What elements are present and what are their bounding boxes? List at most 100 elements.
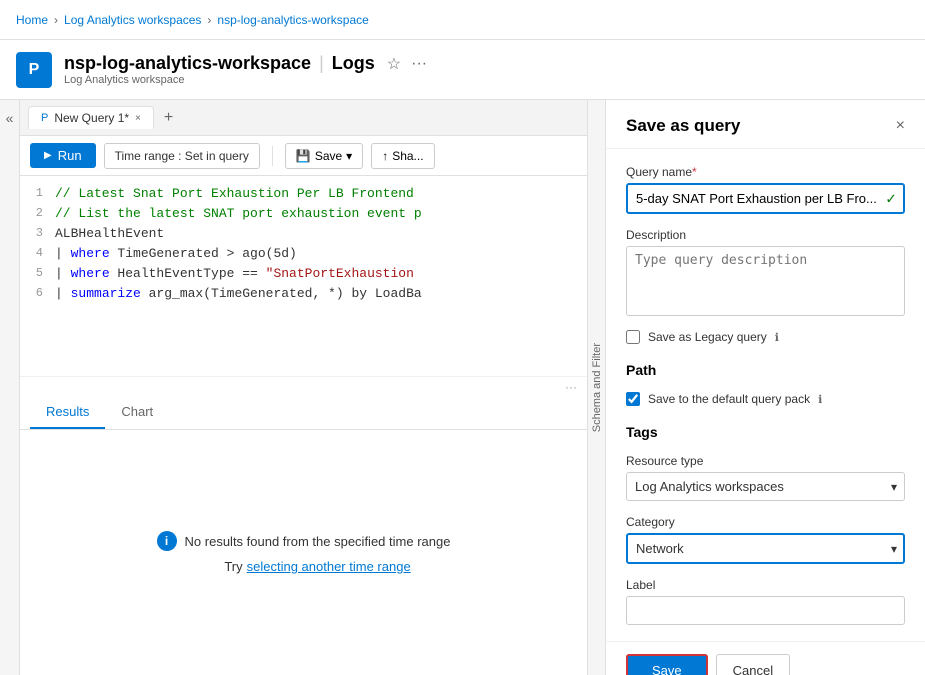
run-label: Run (58, 148, 82, 163)
breadcrumb-workspace[interactable]: nsp-log-analytics-workspace (217, 13, 368, 27)
cancel-button[interactable]: Cancel (716, 654, 790, 675)
tab-add-btn[interactable]: + (158, 109, 179, 127)
legacy-checkbox[interactable] (626, 330, 640, 344)
line-number: 3 (20, 226, 55, 240)
share-label: Sha... (392, 149, 423, 163)
save-button[interactable]: Save (626, 654, 708, 675)
breadcrumb-log-analytics[interactable]: Log Analytics workspaces (64, 13, 201, 27)
time-range-button[interactable]: Time range : Set in query (104, 143, 260, 169)
toolbar: ▶ Run Time range : Set in query 💾 Save ▾… (20, 136, 587, 176)
save-default-label: Save to the default query pack (648, 392, 810, 406)
legacy-info-icon[interactable]: ℹ (775, 331, 779, 344)
save-icon: 💾 (296, 149, 311, 163)
resource-type-label: Resource type (626, 454, 905, 468)
panel-title: Save as query (626, 116, 740, 136)
line-number: 2 (20, 206, 55, 220)
schema-label: Schema and Filter (591, 343, 603, 432)
code-editor[interactable]: 1// Latest Snat Port Exhaustion Per LB F… (20, 176, 587, 376)
workspace-subtitle: Log Analytics workspace (64, 74, 427, 86)
resource-type-group: Resource type Log Analytics workspaces ▾ (626, 454, 905, 501)
required-star: * (692, 165, 697, 179)
save-default-checkbox[interactable] (626, 392, 640, 406)
description-label: Description (626, 228, 905, 242)
star-icon[interactable]: ☆ (387, 54, 401, 74)
save-chevron: ▾ (346, 149, 352, 163)
breadcrumb-sep-1: › (54, 13, 58, 27)
try-text: Try (224, 559, 242, 574)
info-icon: i (157, 531, 177, 551)
line-content: // Latest Snat Port Exhaustion Per LB Fr… (55, 186, 587, 201)
category-select[interactable]: Network (626, 533, 905, 564)
left-collapse-btn[interactable]: « (6, 110, 14, 126)
line-number: 6 (20, 286, 55, 300)
results-area: i No results found from the specified ti… (20, 430, 587, 675)
tab-label: New Query 1* (54, 111, 129, 125)
line-content: // List the latest SNAT port exhaustion … (55, 206, 587, 221)
category-dropdown: Network ▾ (626, 533, 905, 564)
schema-sidebar: Schema and Filter (587, 100, 605, 675)
breadcrumb-sep-2: › (207, 13, 211, 27)
breadcrumb-home[interactable]: Home (16, 13, 48, 27)
toolbar-separator (272, 146, 273, 166)
time-range-link[interactable]: selecting another time range (247, 559, 411, 574)
query-name-group: Query name* ✓ (626, 165, 905, 214)
save-default-info-icon[interactable]: ℹ (818, 393, 822, 406)
tags-title: Tags (626, 424, 905, 440)
checkmark-icon: ✓ (885, 190, 897, 207)
tags-section: Tags (626, 420, 905, 440)
workspace-name: nsp-log-analytics-workspace (64, 53, 311, 74)
line-number: 1 (20, 186, 55, 200)
description-group: Description (626, 228, 905, 316)
workspace-pipe: | (319, 53, 324, 74)
tab-bar: P New Query 1* × + (20, 100, 587, 136)
save-default-row: Save to the default query pack ℹ (626, 392, 905, 406)
code-line: 2// List the latest SNAT port exhaustion… (20, 206, 587, 226)
query-name-input[interactable] (626, 183, 905, 214)
results-tab[interactable]: Results (30, 396, 105, 429)
code-line: 1// Latest Snat Port Exhaustion Per LB F… (20, 186, 587, 206)
tab-close-btn[interactable]: × (135, 113, 141, 124)
category-group: Category Network ▾ (626, 515, 905, 564)
panel-close-button[interactable]: × (896, 117, 905, 135)
save-toolbar-button[interactable]: 💾 Save ▾ (285, 143, 363, 169)
code-line: 6| summarize arg_max(TimeGenerated, *) b… (20, 286, 587, 306)
query-name-input-wrapper: ✓ (626, 183, 905, 214)
line-number: 5 (20, 266, 55, 280)
code-line: 3ALBHealthEvent (20, 226, 587, 246)
workspace-logs: Logs (332, 53, 375, 74)
query-name-label: Query name* (626, 165, 905, 179)
code-line: 5| where HealthEventType == "SnatPortExh… (20, 266, 587, 286)
category-label: Category (626, 515, 905, 529)
panel-header: Save as query × (606, 100, 925, 149)
result-tabs: Results Chart (20, 396, 587, 430)
line-number: 4 (20, 246, 55, 260)
share-button[interactable]: ↑ Sha... (371, 143, 434, 169)
resource-type-dropdown: Log Analytics workspaces ▾ (626, 472, 905, 501)
line-content: ALBHealthEvent (55, 226, 587, 241)
more-icon[interactable]: ··· (411, 55, 427, 73)
save-as-query-panel: Save as query × Query name* ✓ Descriptio… (605, 100, 925, 675)
line-content: | where TimeGenerated > ago(5d) (55, 246, 587, 261)
left-sidebar: « (0, 100, 20, 675)
panel-body: Query name* ✓ Description Save as Legacy… (606, 149, 925, 641)
run-button[interactable]: ▶ Run (30, 143, 96, 168)
panel-footer: Save Cancel (606, 641, 925, 675)
run-icon: ▶ (44, 150, 52, 161)
editor-ellipsis: ··· (20, 376, 587, 396)
path-title: Path (626, 362, 905, 378)
label-input[interactable] (626, 596, 905, 625)
line-content: | where HealthEventType == "SnatPortExha… (55, 266, 587, 281)
label-label: Label (626, 578, 905, 592)
resource-type-select[interactable]: Log Analytics workspaces (626, 472, 905, 501)
code-line: 4| where TimeGenerated > ago(5d) (20, 246, 587, 266)
workspace-icon: P (16, 52, 52, 88)
description-textarea[interactable] (626, 246, 905, 316)
save-label: Save (315, 149, 342, 163)
share-icon: ↑ (382, 149, 388, 163)
legacy-checkbox-row: Save as Legacy query ℹ (626, 330, 905, 344)
line-content: | summarize arg_max(TimeGenerated, *) by… (55, 286, 587, 301)
chart-tab[interactable]: Chart (105, 396, 169, 429)
tab-icon: P (41, 112, 48, 124)
legacy-label: Save as Legacy query (648, 330, 767, 344)
query-tab[interactable]: P New Query 1* × (28, 106, 154, 129)
